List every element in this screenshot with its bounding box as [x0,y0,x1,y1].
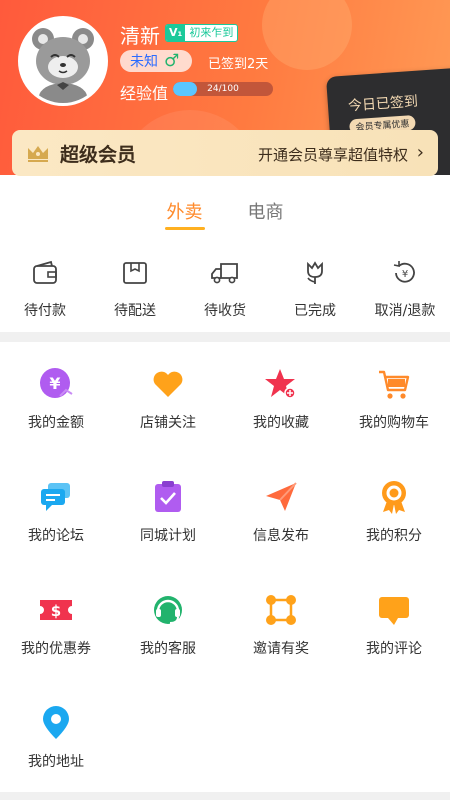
exp-label: 经验值 [120,84,169,103]
order-status-row: 待付款 待配送 待收货 已完成 ¥ 取消/退款 [0,258,450,328]
refund-icon: ¥ [389,258,421,288]
service-label: 我的优惠券 [21,641,91,657]
chevron-right-icon: › [416,142,424,163]
vip-banner-promo: 开通会员尊享超值特权 [257,146,408,164]
service-label: 我的购物车 [359,415,429,431]
service-label: 我的论坛 [28,528,84,544]
service-label: 信息发布 [253,528,309,544]
medal-icon [376,479,412,515]
vip-title: 初来乍到 [189,26,234,39]
section-divider [0,332,450,342]
order-completed[interactable]: 已完成 [270,258,360,328]
svg-text:¥: ¥ [402,269,408,280]
comment-icon [376,592,412,628]
service-label: 我的金额 [28,415,84,431]
service-label: 我的积分 [366,528,422,544]
crown-icon [28,146,48,162]
location-pin-icon [38,705,74,741]
clipboard-icon [150,479,186,515]
star-icon [263,366,299,402]
male-symbol-icon: ♂ [164,50,180,71]
service-label: 我的收藏 [253,415,309,431]
profile-page: 清新 V₁ 初来乍到 未知 ♂ 已签到2天 经验值 24/100 今日已签到 会… [0,0,450,800]
order-pending-receipt[interactable]: 待收货 [180,258,270,328]
bear-avatar-icon [21,19,105,103]
service-invite-reward[interactable]: 邀请有奖 [225,574,337,674]
order-pending-payment[interactable]: 待付款 [0,258,90,328]
service-label: 店铺关注 [140,415,196,431]
order-type-tabs: 外卖 电商 [0,198,450,238]
gender-text: 未知 [130,54,158,70]
order-label: 待配送 [114,303,156,319]
coupon-icon: $ [38,592,74,628]
service-label: 同城计划 [140,528,196,544]
service-my-address[interactable]: 我的地址 [0,687,112,787]
order-pending-delivery[interactable]: 待配送 [90,258,180,328]
service-label: 我的地址 [28,754,84,770]
order-refund[interactable]: ¥ 取消/退款 [360,258,450,328]
package-icon [119,258,151,288]
service-post-info[interactable]: 信息发布 [225,461,337,561]
service-my-comments[interactable]: 我的评论 [338,574,450,674]
avatar[interactable] [18,16,108,106]
service-customer-service[interactable]: 我的客服 [112,574,224,674]
service-city-plan[interactable]: 同城计划 [112,461,224,561]
username: 清新 [120,24,160,48]
tulip-icon [299,258,331,288]
money-icon: ¥ [38,366,74,402]
heart-icon [150,366,186,402]
paper-plane-icon [263,479,299,515]
vip-level: V₁ [166,25,186,41]
cart-icon [376,366,412,402]
order-label: 取消/退款 [374,303,436,319]
vip-level-badge: V₁ 初来乍到 [165,24,239,42]
section-divider [0,792,450,800]
service-my-points[interactable]: 我的积分 [338,461,450,561]
exp-progress-bar: 24/100 [173,82,273,96]
service-store-follow[interactable]: 店铺关注 [112,348,224,448]
service-my-favorites[interactable]: 我的收藏 [225,348,337,448]
exp-progress-text: 24/100 [207,84,239,94]
signed-days: 已签到2天 [208,57,269,72]
network-icon [263,592,299,628]
tab-takeout[interactable]: 外卖 [164,198,205,234]
sign-in-status: 今日已签到 [347,93,419,115]
chat-icon [38,479,74,515]
tab-ecommerce[interactable]: 电商 [248,198,284,234]
super-vip-banner[interactable]: 超级会员 开通会员尊享超值特权 › [12,130,438,176]
service-my-cart[interactable]: 我的购物车 [338,348,450,448]
gender-badge: 未知 ♂ [120,50,192,72]
wallet-icon [29,258,61,288]
service-my-coupons[interactable]: $ 我的优惠券 [0,574,112,674]
service-my-balance[interactable]: ¥ 我的金额 [0,348,112,448]
headset-icon [150,592,186,628]
order-label: 待付款 [24,303,66,319]
svg-text:¥: ¥ [49,374,60,393]
header-decoration [262,0,352,70]
vip-banner-title: 超级会员 [60,143,137,166]
service-label: 邀请有奖 [253,641,309,657]
service-my-forum[interactable]: 我的论坛 [0,461,112,561]
order-label: 待收货 [204,303,246,319]
service-label: 我的评论 [366,641,422,657]
order-label: 已完成 [294,303,336,319]
truck-icon [209,258,241,288]
service-label: 我的客服 [140,641,196,657]
svg-text:$: $ [51,602,61,620]
